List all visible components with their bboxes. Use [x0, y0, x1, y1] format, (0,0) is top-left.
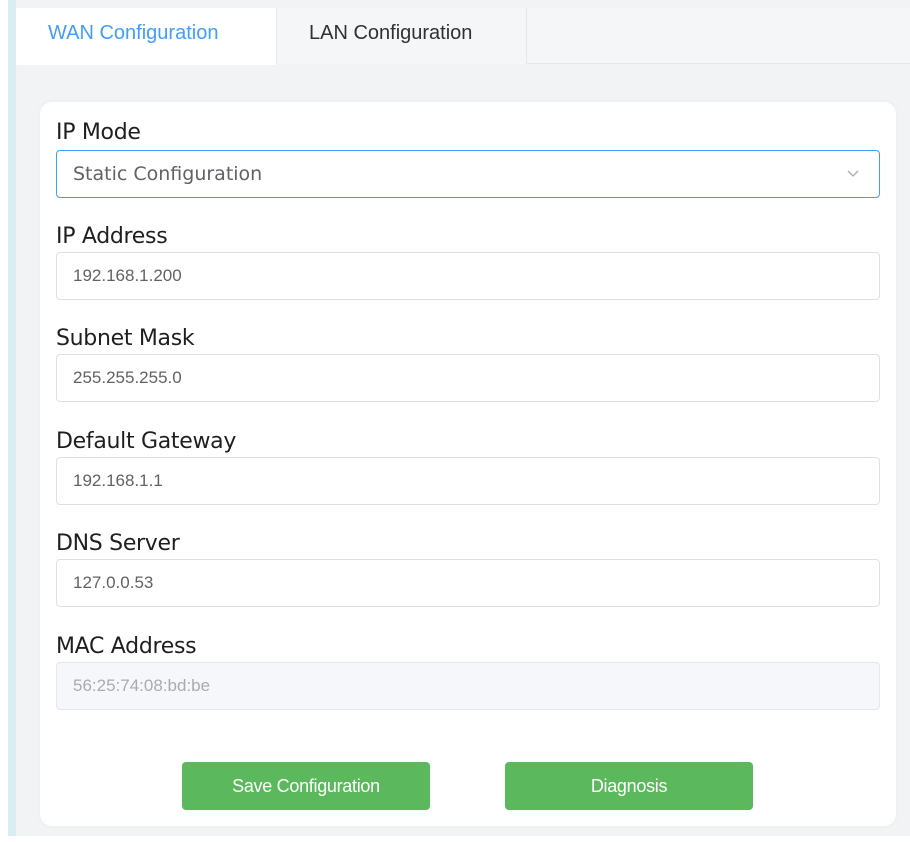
diagnosis-button[interactable]: Diagnosis	[505, 762, 753, 810]
side-accent-line	[8, 0, 16, 836]
default-gateway-label: Default Gateway	[56, 429, 237, 454]
subnet-mask-label: Subnet Mask	[56, 326, 195, 351]
form-card: IP Mode Static Configuration IP Address …	[40, 102, 896, 826]
dns-server-input[interactable]: 127.0.0.53	[56, 559, 880, 607]
mac-address-input: 56:25:74:08:bd:be	[56, 662, 880, 710]
default-gateway-input[interactable]: 192.168.1.1	[56, 457, 880, 505]
dns-server-label: DNS Server	[56, 531, 180, 556]
subnet-mask-input[interactable]: 255.255.255.0	[56, 354, 880, 402]
tab-bar: WAN Configuration LAN Configuration	[16, 8, 910, 65]
ip-mode-value: Static Configuration	[73, 163, 263, 185]
side-accent-strip	[0, 0, 16, 842]
save-configuration-button[interactable]: Save Configuration	[182, 762, 430, 810]
tab-wan-configuration[interactable]: WAN Configuration	[16, 8, 277, 65]
ip-address-label: IP Address	[56, 224, 168, 249]
ip-address-input[interactable]: 192.168.1.200	[56, 252, 880, 300]
tab-lan-configuration[interactable]: LAN Configuration	[277, 8, 527, 64]
chevron-down-icon	[847, 170, 859, 177]
mac-address-label: MAC Address	[56, 634, 197, 659]
ip-mode-select[interactable]: Static Configuration	[56, 150, 880, 198]
ip-mode-label: IP Mode	[56, 120, 141, 145]
